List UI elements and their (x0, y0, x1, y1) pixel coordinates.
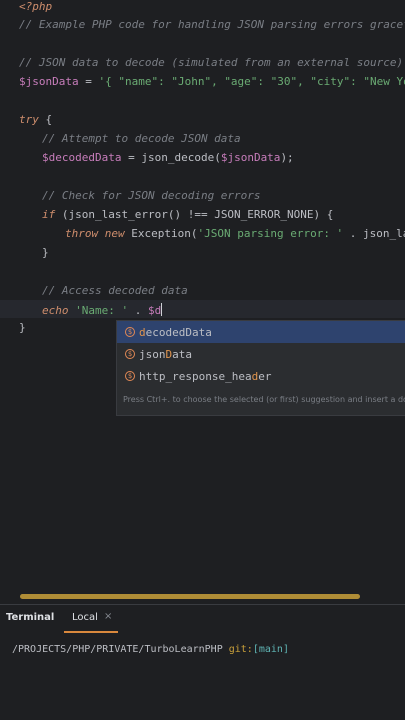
variable: $jsonData (220, 151, 281, 164)
comment-line: // Access decoded data (42, 284, 188, 297)
php-open-tag: <?php (19, 0, 53, 13)
horizontal-scrollbar[interactable] (20, 594, 360, 599)
closing-brace: } (42, 246, 49, 259)
code-line-throw: throw new Exception('JSON parsing error:… (65, 227, 405, 241)
variable: $jsonData (19, 75, 79, 88)
punctuation: ); (280, 151, 294, 164)
terminal-panel-header: Terminal Local × (0, 604, 405, 633)
close-icon[interactable]: × (104, 611, 112, 622)
string-literal: 'Name: ' (75, 304, 129, 317)
comment-line: // Example PHP code for handling JSON pa… (19, 18, 405, 31)
autocomplete-item[interactable]: $ http_response_hea d er (117, 365, 405, 387)
autocomplete-item[interactable]: $ d ecodedData (117, 321, 405, 343)
comment-line: // Attempt to decode JSON data (42, 132, 241, 145)
variable-icon: $ (125, 349, 135, 359)
code-line-decode: $decodedData = json_decode($jsonData); (42, 151, 294, 165)
keyword: throw (65, 227, 99, 240)
keyword: new (104, 227, 125, 240)
concat-operator: . (128, 304, 148, 317)
closing-brace: } (19, 321, 26, 334)
variable-icon: $ (125, 371, 135, 381)
keyword: if (42, 208, 56, 221)
suggestion-text: ecodedData (145, 325, 212, 339)
prompt-path: /PROJECTS/PHP/PRIVATE/TurboLearnPHP (12, 644, 229, 655)
variable-icon: $ (125, 327, 135, 337)
code-line-try: try { (19, 113, 52, 127)
code-line-jsondata: $jsonData = '{ "name": "John", "age": "3… (19, 75, 405, 89)
autocomplete-popup[interactable]: $ d ecodedData $ json Data $ http_response… (116, 320, 405, 416)
suggestion-text: er (258, 369, 272, 383)
code-line-echo: echo 'Name: ' . $d (42, 303, 163, 318)
match-highlight: d (139, 325, 146, 339)
terminal-prompt[interactable]: /PROJECTS/PHP/PRIVATE/TurboLearnPHP git:… (12, 644, 289, 655)
tab-label: Local (72, 612, 98, 623)
autocomplete-item[interactable]: $ json Data (117, 343, 405, 365)
match-highlight: d (251, 369, 259, 383)
keyword: echo (42, 304, 69, 317)
match-highlight: D (165, 347, 173, 361)
condition: (json_last_error() !== JSON_ERROR_NONE) … (55, 208, 334, 221)
code-editor[interactable]: <?php // Example PHP code for handling J… (0, 0, 405, 590)
suggestion-text: json (139, 347, 166, 361)
string-literal: '{ "name": "John", "age": "30", "city": … (98, 75, 405, 88)
suggestion-text: ata (172, 347, 192, 361)
tab-local[interactable]: Local × (64, 605, 118, 633)
prompt-branch: [main] (252, 644, 289, 655)
variable: $d (147, 304, 162, 317)
brace: { (38, 113, 53, 126)
string-literal: 'JSON parsing error: ' (197, 227, 344, 240)
text-caret (161, 303, 163, 316)
keyword: try (19, 113, 39, 126)
comment-line: // JSON data to decode (simulated from a… (19, 56, 404, 69)
prompt-git: git: (228, 644, 253, 655)
variable: $decodedData (42, 151, 122, 164)
class-name: Exception( (124, 227, 198, 240)
autocomplete-hint: Press Ctrl+. to choose the selected (or … (123, 395, 405, 404)
comment-line: // Check for JSON decoding errors (42, 189, 261, 202)
function-call: . json_last_error (349, 227, 405, 240)
function-call: = json_decode( (121, 151, 221, 164)
suggestion-text: http_response_hea (139, 369, 252, 383)
operator: = (78, 75, 99, 88)
terminal-title: Terminal (6, 612, 55, 623)
code-line-if: if (json_last_error() !== JSON_ERROR_NON… (42, 208, 333, 222)
